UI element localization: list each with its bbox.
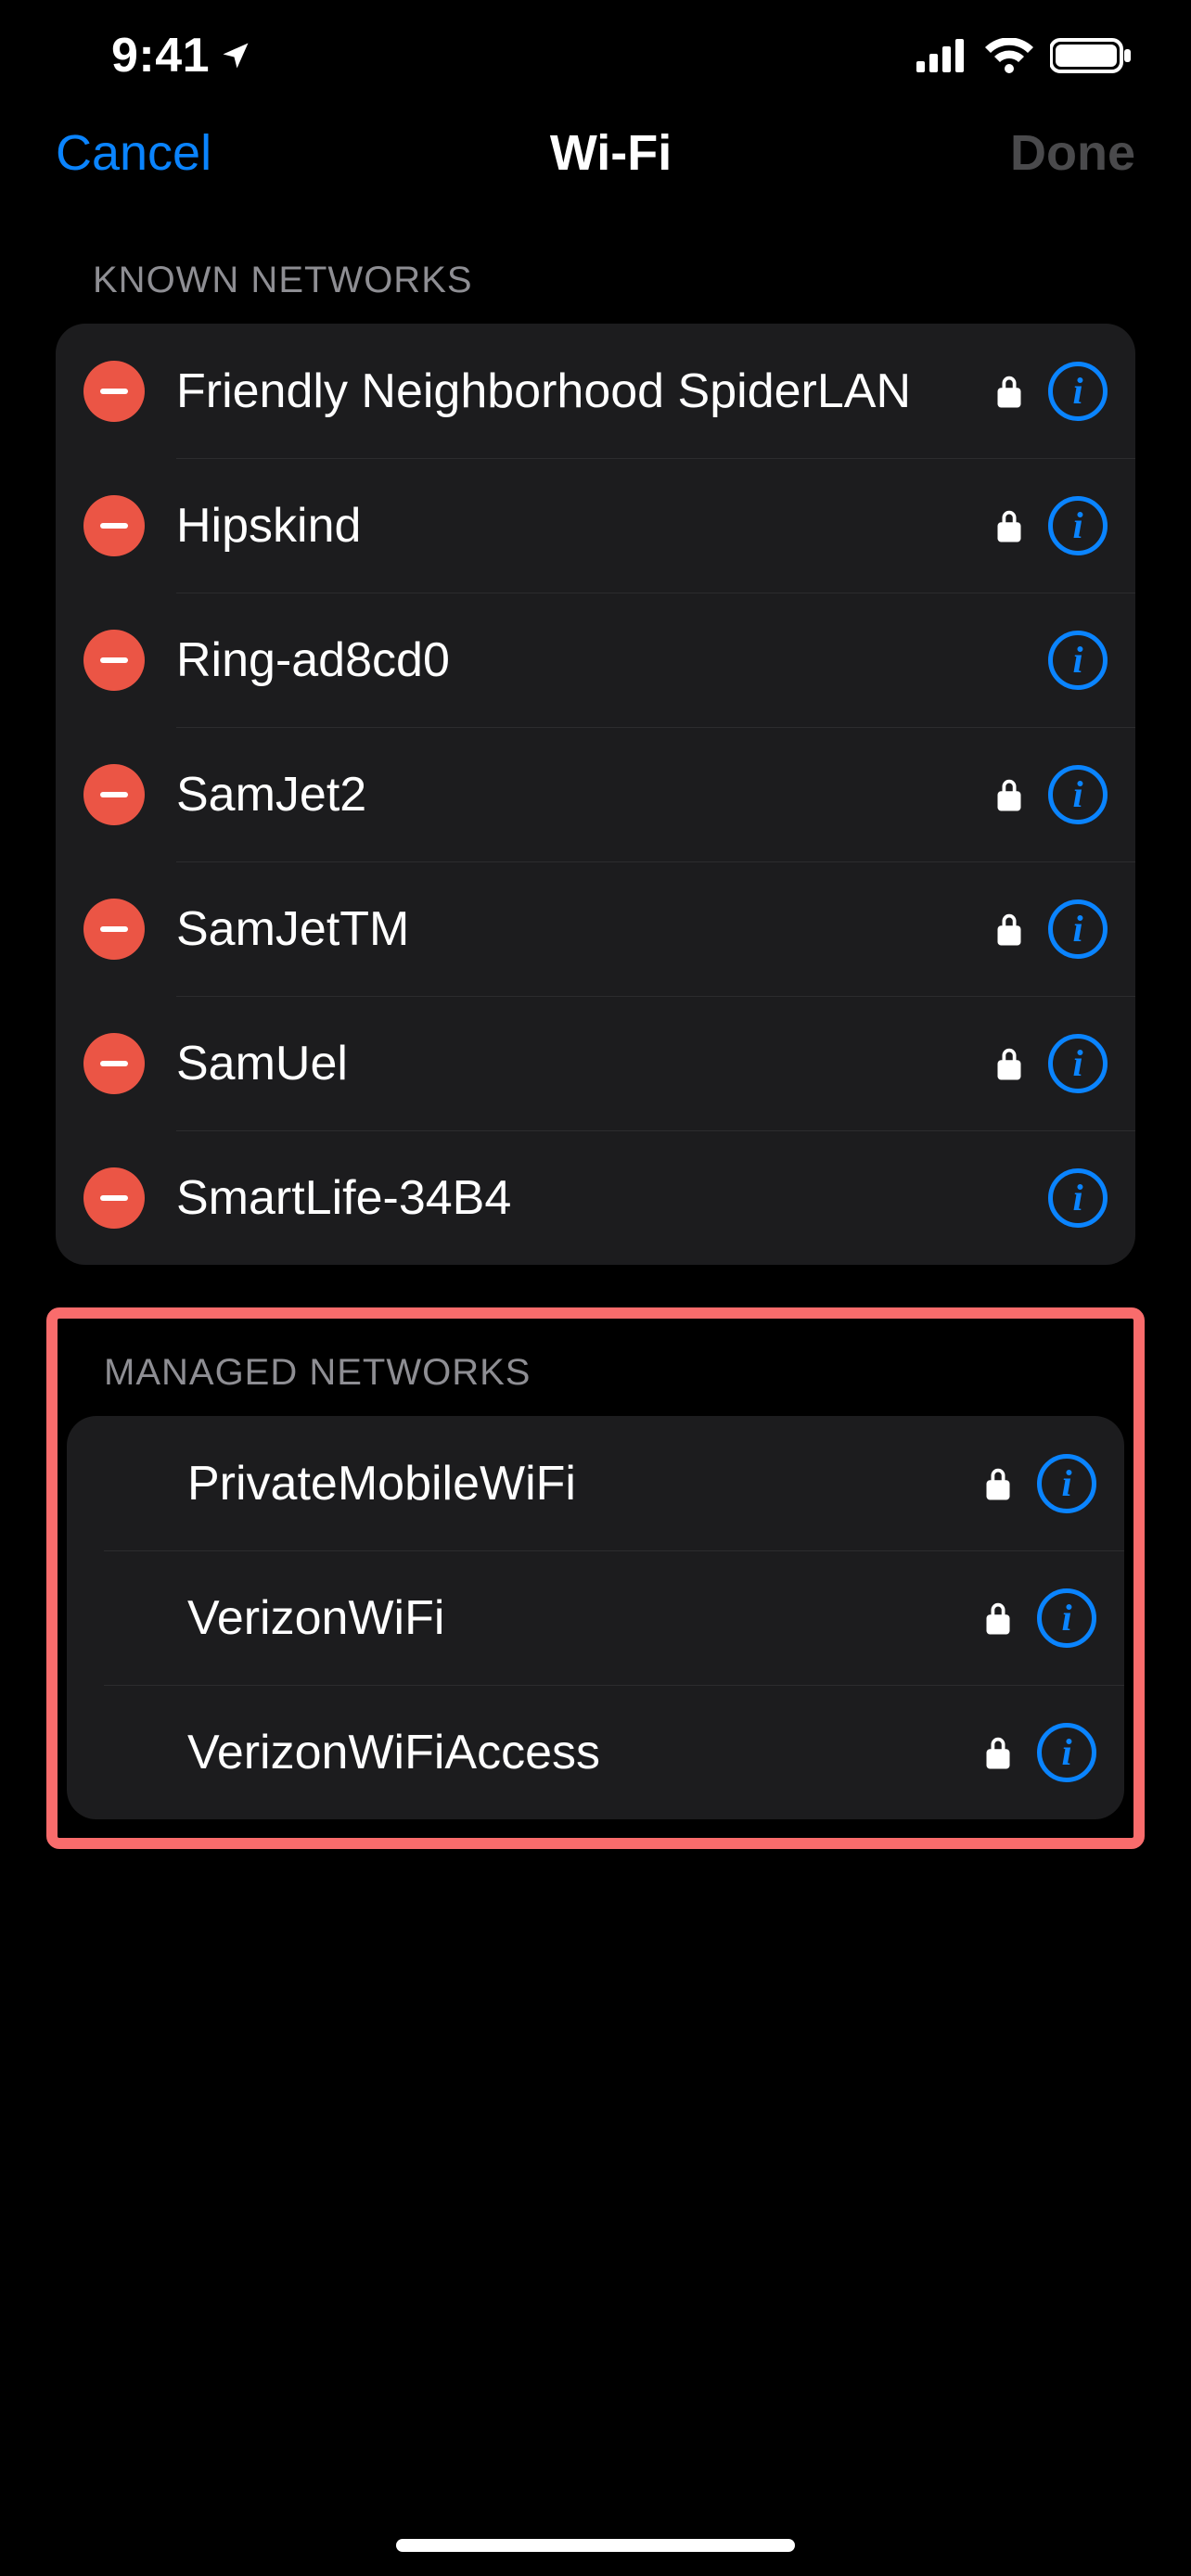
network-row[interactable]: SamJet2 i	[56, 727, 1135, 861]
lock-icon	[987, 1046, 1031, 1081]
info-button[interactable]: i	[1048, 1034, 1108, 1093]
status-indicators	[916, 37, 1132, 74]
minus-icon	[100, 523, 128, 529]
network-row[interactable]: Hipskind i	[56, 458, 1135, 593]
known-networks-header: KNOWN NETWORKS	[0, 204, 1191, 324]
lock-icon	[987, 912, 1031, 947]
network-row[interactable]: SmartLife-34B4 i	[56, 1130, 1135, 1265]
info-button[interactable]: i	[1048, 1168, 1108, 1228]
lock-icon	[976, 1466, 1020, 1501]
network-name: SamJet2	[176, 767, 987, 823]
info-button[interactable]: i	[1037, 1588, 1096, 1648]
minus-icon	[100, 657, 128, 663]
network-row[interactable]: Ring-ad8cd0 i	[56, 593, 1135, 727]
delete-button[interactable]	[83, 764, 145, 825]
info-button[interactable]: i	[1048, 899, 1108, 959]
info-button[interactable]: i	[1037, 1723, 1096, 1782]
minus-icon	[100, 1195, 128, 1201]
info-button[interactable]: i	[1037, 1454, 1096, 1513]
network-name: Hipskind	[176, 498, 987, 554]
info-button[interactable]: i	[1048, 765, 1108, 824]
minus-icon	[100, 792, 128, 797]
minus-icon	[100, 926, 128, 932]
network-name: Friendly Neighborhood SpiderLAN	[176, 363, 987, 419]
minus-icon	[100, 389, 128, 394]
wifi-icon	[985, 38, 1033, 73]
location-icon	[219, 39, 252, 72]
managed-highlight-box: MANAGED NETWORKS PrivateMobileWiFi i Ver…	[46, 1307, 1145, 1849]
lock-icon	[976, 1600, 1020, 1636]
network-row[interactable]: VerizonWiFiAccess i	[67, 1685, 1124, 1819]
delete-button[interactable]	[83, 1167, 145, 1229]
network-name: SmartLife-34B4	[176, 1170, 987, 1226]
cellular-icon	[916, 39, 968, 72]
managed-networks-header: MANAGED NETWORKS	[67, 1319, 1124, 1416]
status-time: 9:41	[111, 28, 252, 83]
cancel-button[interactable]: Cancel	[56, 124, 211, 182]
lock-icon	[976, 1735, 1020, 1770]
network-name: SamUel	[176, 1036, 987, 1091]
status-time-text: 9:41	[111, 28, 210, 83]
known-networks-group: Friendly Neighborhood SpiderLAN i Hipski…	[56, 324, 1135, 1265]
status-bar: 9:41	[0, 0, 1191, 111]
network-name: PrivateMobileWiFi	[187, 1456, 976, 1511]
lock-icon	[987, 777, 1031, 812]
delete-button[interactable]	[83, 361, 145, 422]
network-row[interactable]: SamUel i	[56, 996, 1135, 1130]
page-title: Wi-Fi	[550, 124, 672, 182]
battery-icon	[1050, 37, 1132, 74]
info-button[interactable]: i	[1048, 362, 1108, 421]
network-row[interactable]: SamJetTM i	[56, 861, 1135, 996]
managed-networks-group: PrivateMobileWiFi i VerizonWiFi i Verizo…	[67, 1416, 1124, 1819]
done-button[interactable]: Done	[1010, 124, 1135, 182]
info-button[interactable]: i	[1048, 631, 1108, 690]
lock-icon	[987, 508, 1031, 543]
network-row[interactable]: Friendly Neighborhood SpiderLAN i	[56, 324, 1135, 458]
delete-button[interactable]	[83, 899, 145, 960]
network-name: VerizonWiFiAccess	[187, 1725, 976, 1780]
info-button[interactable]: i	[1048, 496, 1108, 555]
delete-button[interactable]	[83, 1033, 145, 1094]
network-name: Ring-ad8cd0	[176, 632, 987, 688]
network-row[interactable]: VerizonWiFi i	[67, 1550, 1124, 1685]
minus-icon	[100, 1061, 128, 1066]
nav-bar: Cancel Wi-Fi Done	[0, 111, 1191, 204]
network-name: VerizonWiFi	[187, 1590, 976, 1646]
network-name: SamJetTM	[176, 901, 987, 957]
home-indicator[interactable]	[396, 2539, 795, 2552]
network-row[interactable]: PrivateMobileWiFi i	[67, 1416, 1124, 1550]
delete-button[interactable]	[83, 495, 145, 556]
delete-button[interactable]	[83, 630, 145, 691]
lock-icon	[987, 374, 1031, 409]
